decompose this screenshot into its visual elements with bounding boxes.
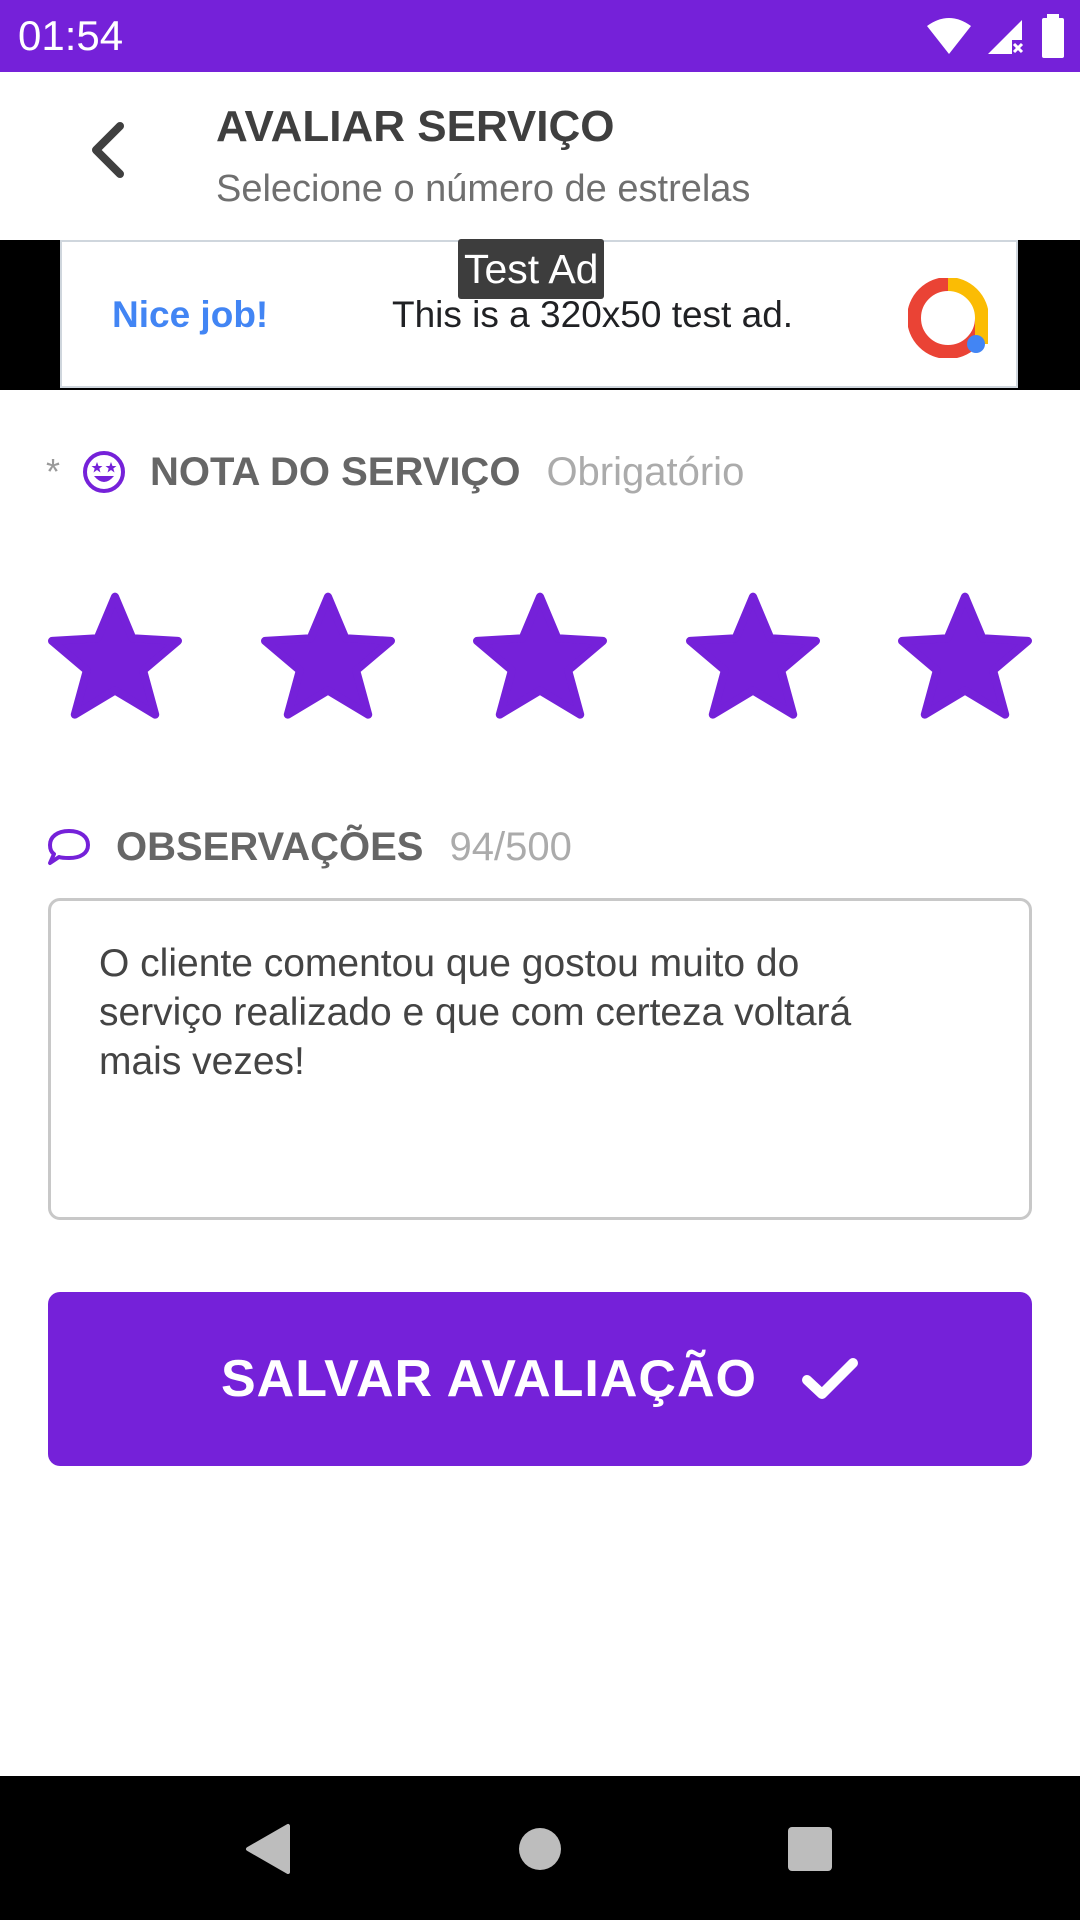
- save-button-label: SALVAR AVALIAÇÃO: [221, 1350, 757, 1408]
- rating-label-row: * NOTA DO SERVIÇO Obrigatório: [46, 445, 744, 499]
- wifi-icon: [927, 18, 971, 54]
- star-icon-3[interactable]: [473, 590, 607, 724]
- status-bar: 01:54: [0, 0, 1080, 72]
- page-subtitle: Selecione o número de estrelas: [216, 168, 751, 210]
- observations-textarea[interactable]: O cliente comentou que gostou muito do s…: [48, 898, 1032, 1220]
- star-rating: [48, 590, 1032, 730]
- page-title: AVALIAR SERVIÇO: [216, 102, 615, 151]
- ad-banner-area: Nice job! This is a 320x50 test ad. Test…: [0, 239, 1080, 390]
- navigation-bar: [0, 1776, 1080, 1920]
- check-icon: [801, 1358, 858, 1399]
- nav-back-icon: [246, 1824, 290, 1874]
- rating-label: NOTA DO SERVIÇO: [150, 449, 521, 494]
- comment-icon: [46, 827, 92, 867]
- nav-back-button[interactable]: [232, 1814, 302, 1884]
- nav-home-icon: [519, 1828, 561, 1870]
- status-icons: [926, 14, 1066, 58]
- battery-icon: [1042, 14, 1064, 58]
- back-button[interactable]: [76, 118, 140, 182]
- observations-label: OBSERVAÇÕES: [116, 824, 424, 869]
- nav-recents-button[interactable]: [775, 1814, 845, 1884]
- nav-home-button[interactable]: [505, 1814, 575, 1884]
- ad-headline: Nice job!: [112, 294, 269, 335]
- star-struck-face-icon: [82, 450, 126, 494]
- chevron-left-icon: [92, 122, 124, 178]
- status-time: 01:54: [18, 12, 124, 59]
- star-icon-4[interactable]: [686, 590, 820, 724]
- header: AVALIAR SERVIÇO Selecione o número de es…: [0, 72, 1080, 240]
- required-asterisk: *: [46, 451, 61, 492]
- nav-recents-icon: [788, 1827, 832, 1871]
- signal-icon: [988, 20, 1024, 54]
- save-rating-button[interactable]: SALVAR AVALIAÇÃO: [48, 1292, 1032, 1466]
- star-icon-1[interactable]: [48, 590, 182, 724]
- observations-label-row: OBSERVAÇÕES 94/500: [46, 820, 572, 874]
- ad-logo-icon: [908, 278, 988, 358]
- ad-text: This is a 320x50 test ad.: [392, 294, 794, 335]
- character-counter: 94/500: [449, 824, 572, 869]
- star-icon-5[interactable]: [898, 590, 1032, 724]
- required-note: Obrigatório: [546, 449, 745, 494]
- test-ad-badge: Test Ad: [458, 239, 605, 299]
- star-icon-2[interactable]: [261, 590, 395, 724]
